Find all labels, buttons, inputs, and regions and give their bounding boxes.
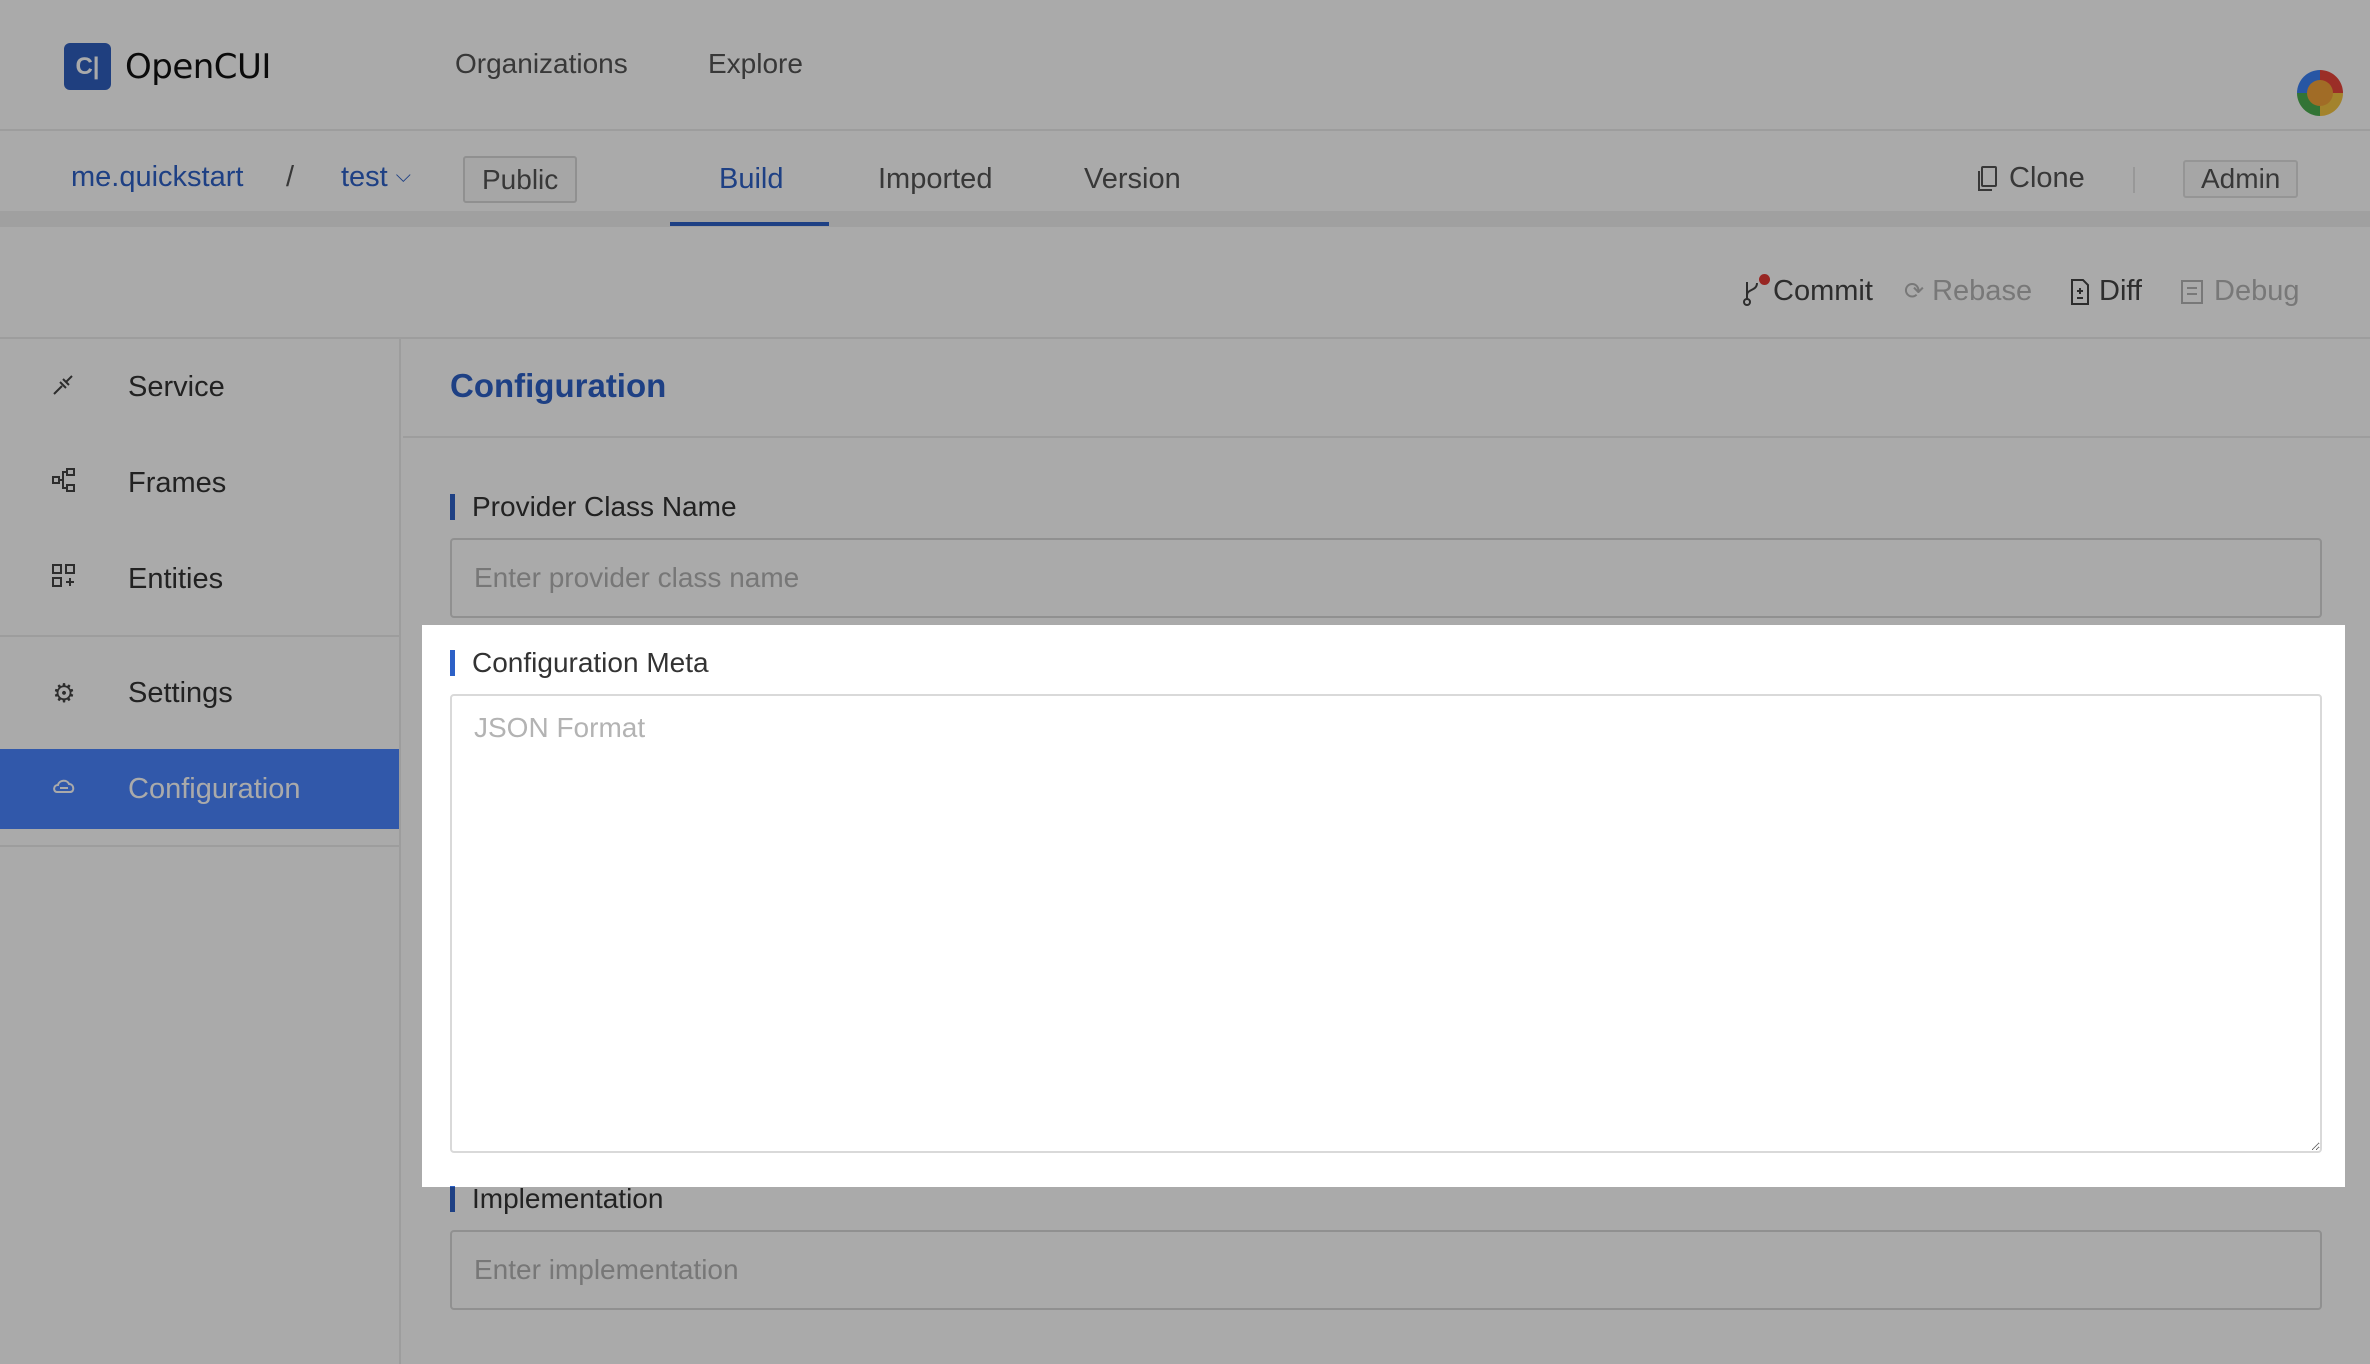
- page-title: Configuration: [450, 367, 667, 404]
- sidebar-item-label: Service: [128, 370, 225, 403]
- tab-build[interactable]: Build: [719, 163, 784, 196]
- breadcrumb-separator: /: [286, 161, 295, 193]
- highlight-overlay: [2345, 625, 2370, 1187]
- project-selector[interactable]: test ⌵: [341, 161, 411, 194]
- clone-label: Clone: [2009, 162, 2085, 194]
- top-navbar: C| OpenCUI Organizations Explore: [0, 0, 2370, 131]
- cloud-icon: [0, 772, 128, 807]
- implementation-label: Implementation: [450, 1184, 663, 1214]
- tab-version[interactable]: Version: [1084, 163, 1181, 196]
- diff-label: Diff: [2099, 275, 2142, 307]
- sidebar-item-label: Configuration: [128, 772, 301, 805]
- commit-label: Commit: [1773, 275, 1873, 307]
- nav-explore[interactable]: Explore: [708, 48, 803, 80]
- entities-icon: [0, 562, 128, 597]
- clone-button[interactable]: Clone: [1975, 162, 2085, 195]
- project-name: test: [341, 161, 388, 193]
- frames-icon: [0, 466, 128, 501]
- copy-icon: [1978, 165, 1997, 191]
- divider: [403, 436, 2370, 438]
- admin-button[interactable]: Admin: [2183, 160, 2299, 198]
- debug-icon: [2181, 279, 2203, 304]
- sidebar-item-service[interactable]: Service: [0, 347, 399, 427]
- divider: [2133, 167, 2135, 193]
- tab-imported[interactable]: Imported: [878, 163, 992, 196]
- repo-bar: me.quickstart / test ⌵ Public Build Impor…: [0, 131, 2370, 227]
- gear-icon: ⚙: [52, 677, 76, 708]
- provider-class-label: Provider Class Name: [450, 492, 737, 522]
- implementation-input[interactable]: [450, 1230, 2322, 1310]
- rebase-button[interactable]: ⟳ Rebase: [1904, 275, 2032, 308]
- diff-button[interactable]: Diff: [2069, 275, 2142, 308]
- sidebar-item-label: Frames: [128, 466, 227, 499]
- visibility-badge: Public: [463, 156, 578, 203]
- commit-button[interactable]: Commit: [1741, 273, 1873, 308]
- provider-class-input[interactable]: [450, 538, 2322, 618]
- active-tab-indicator: [670, 222, 829, 226]
- sidebar-item-label: Settings: [128, 676, 233, 709]
- sync-icon: ⟳: [1904, 278, 1925, 305]
- nav-organizations[interactable]: Organizations: [455, 48, 628, 80]
- breadcrumb-owner[interactable]: me.quickstart: [71, 161, 243, 194]
- sidebar-divider: [0, 635, 399, 637]
- opencui-logo-icon: C|: [64, 43, 111, 90]
- branch-icon: [1741, 273, 1770, 307]
- sidebar: Service Frames Entities ⚙ Settings Confi…: [0, 339, 401, 1364]
- rebase-label: Rebase: [1932, 275, 2033, 307]
- debug-button[interactable]: Debug: [2180, 275, 2299, 308]
- sidebar-item-entities[interactable]: Entities: [0, 539, 399, 619]
- sidebar-item-frames[interactable]: Frames: [0, 443, 399, 523]
- configuration-meta-label: Configuration Meta: [450, 648, 709, 678]
- build-toolbar: Commit ⟳ Rebase Diff Debug: [0, 243, 2370, 339]
- chevron-down-icon: ⌵: [395, 165, 411, 187]
- sidebar-item-label: Entities: [128, 562, 224, 595]
- debug-label: Debug: [2214, 275, 2300, 307]
- plug-icon: [0, 370, 128, 405]
- user-avatar[interactable]: [2297, 70, 2343, 116]
- commit-indicator-dot: [1759, 273, 1770, 285]
- app-name: OpenCUI: [125, 46, 271, 87]
- sidebar-item-settings[interactable]: ⚙ Settings: [0, 653, 399, 733]
- app-logo[interactable]: C| OpenCUI: [64, 43, 271, 90]
- sidebar-divider: [0, 845, 399, 847]
- configuration-meta-textarea[interactable]: [450, 694, 2322, 1153]
- sidebar-item-configuration[interactable]: Configuration: [0, 749, 399, 829]
- diff-icon: [2071, 278, 2089, 305]
